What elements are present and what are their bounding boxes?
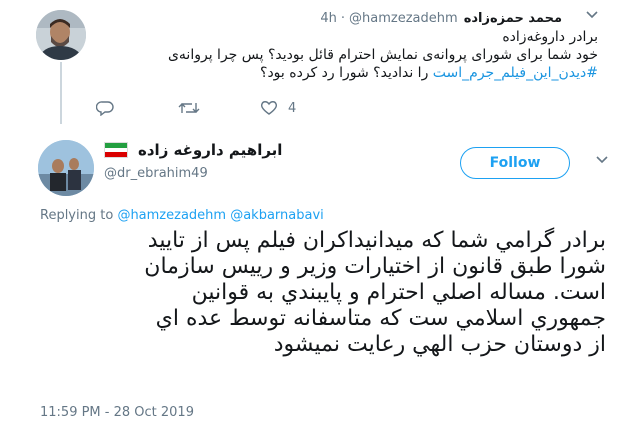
tweet-timestamp[interactable]: 11:59 PM - 28 Oct 2019	[40, 405, 194, 420]
chevron-down-icon[interactable]	[596, 153, 608, 167]
tweet-line: برادر داروغه‌زاده	[502, 29, 598, 45]
author-name-row: ابراهيم داروغه زاده	[104, 141, 282, 159]
retweet-button[interactable]	[178, 100, 200, 116]
separator-dot: ·	[340, 10, 346, 26]
author-handle[interactable]: @dr_ebrahim49	[104, 166, 208, 181]
replying-to: Replying to @hamzezadehm @akbarnabavi	[40, 208, 324, 223]
main-tweet-text: برادر گرامي شما كه ميدانيداكران فيلم پس …	[40, 228, 606, 358]
hashtag-link[interactable]: #دیدن_این_فیلم_جرم_است	[433, 65, 598, 81]
tweet-line: است. مساله اصلي احترام و پايبندي به قوان…	[191, 280, 606, 305]
like-count: 4	[288, 100, 297, 116]
mention-link[interactable]: @akbarnabavi	[230, 208, 324, 223]
like-button[interactable]: 4	[260, 100, 296, 116]
parent-tweet-text: برادر داروغه‌زاده خود شما برای شورای پرو…	[58, 28, 598, 82]
reply-button[interactable]	[96, 100, 114, 116]
tweet-line: جمهوري اسلامي ست كه متاسفانه توسط عده اي	[155, 306, 606, 331]
tweet-line: شورا طبق قانون از اختيارات وزير و رييس س…	[144, 254, 606, 279]
tweet-line: #دیدن_این_فیلم_جرم_است را ندادید؟ شورا ر…	[58, 64, 598, 82]
author-name[interactable]: محمد حمزه‌زاده	[464, 11, 562, 26]
tweet-time[interactable]: 4h	[320, 11, 337, 26]
mention-link[interactable]: @hamzezadehm	[117, 208, 226, 223]
tweet-line: از دوستان حزب الهي رعايت نميشود	[273, 332, 606, 357]
avatar-dr-ebrahim49[interactable]	[38, 140, 94, 196]
follow-button[interactable]: Follow	[460, 147, 570, 179]
tweet-line: برادر گرامي شما كه ميدانيداكران فيلم پس …	[147, 228, 606, 253]
chevron-down-icon[interactable]	[586, 8, 598, 22]
tweet-line: خود شما برای شورای پروانه‌ی نمایش احترام…	[167, 47, 598, 63]
heart-icon	[260, 100, 278, 116]
author-handle[interactable]: @hamzezadehm	[349, 11, 458, 26]
reply-icon	[96, 100, 114, 116]
author-name[interactable]: ابراهيم داروغه زاده	[138, 141, 282, 159]
retweet-icon	[178, 100, 200, 116]
parent-tweet-header: محمد حمزه‌زاده @hamzezadehm · 4h	[320, 8, 562, 28]
iran-flag-icon	[104, 142, 128, 158]
tweet-line-rest: را ندادید؟ شورا رد کرده بود؟	[260, 65, 433, 81]
replying-prefix: Replying to	[40, 208, 118, 223]
